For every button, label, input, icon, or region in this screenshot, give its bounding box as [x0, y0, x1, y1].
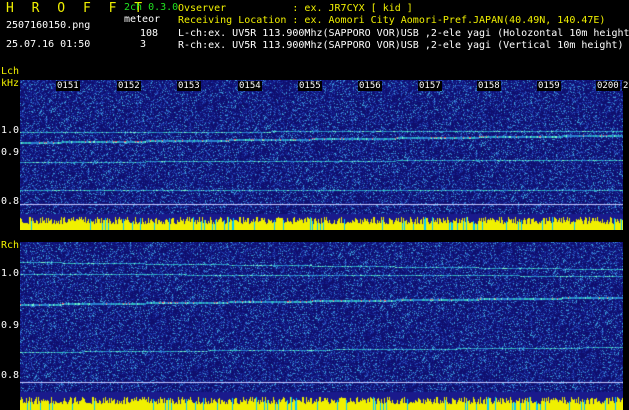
- observer-line: Ovserver : ex. JR7CYX [ kid ]: [178, 3, 413, 14]
- lch-ytick-1: 1.0: [1, 125, 20, 136]
- time-tick: 0153: [177, 81, 201, 91]
- time-tick: 0157: [418, 81, 442, 91]
- filename: 2507160150.png: [6, 20, 91, 31]
- time-tick: 0155: [298, 81, 322, 91]
- lch-label: Lch: [1, 66, 20, 77]
- time-tick: 0158: [477, 81, 501, 91]
- meteor-count: 108: [140, 28, 159, 39]
- meteor-label: meteor: [124, 14, 161, 25]
- rch-edge: [623, 242, 629, 410]
- rch-ytick-3: 0.8: [1, 370, 20, 381]
- lch-unit: kHz: [1, 78, 20, 89]
- time-tick: 0151: [56, 81, 80, 91]
- datetime: 25.07.16 01:50: [6, 39, 91, 50]
- rch-label: Rch: [1, 240, 20, 251]
- time-tick: 0154: [238, 81, 262, 91]
- lch-ytick-3: 0.8: [1, 196, 20, 207]
- time-tick: 0200: [596, 81, 620, 91]
- location-line: Receiving Location : ex. Aomori City Aom…: [178, 15, 606, 26]
- time-tick: 0152: [117, 81, 141, 91]
- meteor-rate: 3: [140, 39, 147, 50]
- time-tick: 0159: [537, 81, 561, 91]
- lch-ytick-2: 0.9: [1, 147, 20, 158]
- lch-spectrogram: [20, 80, 623, 230]
- rch-ytick-1: 1.0: [1, 268, 20, 279]
- lch-edge: [623, 80, 629, 230]
- version-label: 2ch 0.3.0: [124, 2, 179, 13]
- rch-spectrogram: [20, 242, 623, 410]
- time-tick: 0156: [358, 81, 382, 91]
- lch-info-line: L-ch:ex. UV5R 113.900Mhz(SAPPORO VOR)USB…: [178, 28, 629, 39]
- rch-ytick-2: 0.9: [1, 320, 20, 331]
- time-tick: 2: [622, 81, 629, 91]
- rch-info-line: R-ch:ex. UV5R 113.900Mhz(SAPPORO VOR)USB…: [178, 40, 624, 51]
